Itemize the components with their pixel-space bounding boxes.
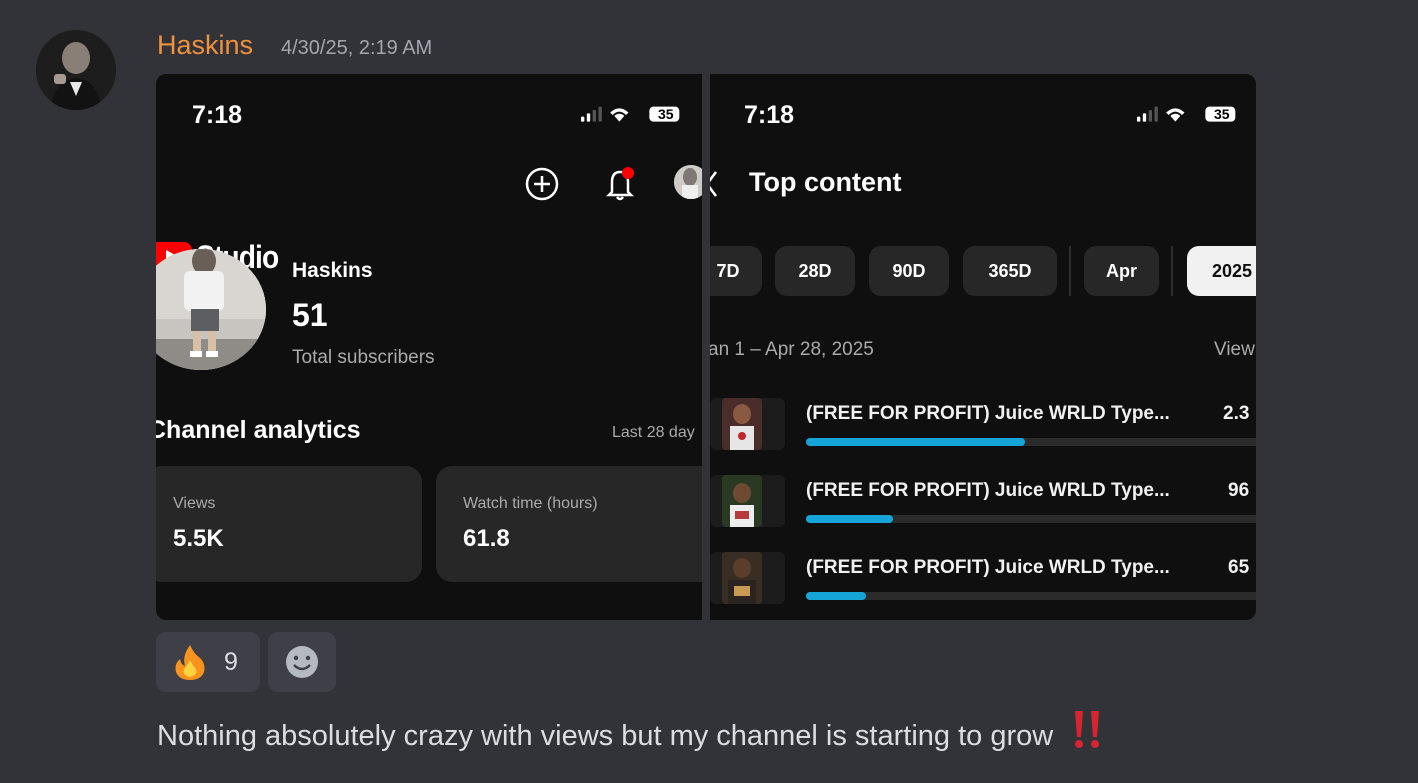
watch-time-card[interactable]: Watch time (hours) 61.8 bbox=[436, 466, 702, 582]
reaction-fire[interactable]: 9 bbox=[156, 632, 260, 692]
video-views-bar-fill bbox=[806, 592, 866, 600]
video-thumbnail bbox=[722, 475, 762, 527]
analytics-title: Channel analytics bbox=[156, 416, 361, 444]
date-range: an 1 – Apr 28, 2025 bbox=[710, 339, 874, 360]
video-thumbnail-frame[interactable] bbox=[710, 398, 785, 450]
status-time: 7:18 bbox=[744, 101, 795, 129]
page-title: Top content bbox=[749, 167, 902, 197]
views-label: Views bbox=[173, 495, 216, 512]
watch-time-value: 61.8 bbox=[463, 525, 510, 552]
video-views: 2.3 bbox=[1223, 403, 1250, 424]
video-title[interactable]: (FREE FOR PROFIT) Juice WRLD Type... bbox=[806, 557, 1170, 579]
message-text: Nothing absolutely crazy with views but … bbox=[157, 720, 1054, 752]
video-thumbnail bbox=[722, 552, 762, 604]
video-title[interactable]: (FREE FOR PROFIT) Juice WRLD Type... bbox=[806, 480, 1170, 502]
attachment-image-studio[interactable]: 7:18 35 Studio Haskins 51 Total subscrib… bbox=[156, 74, 702, 620]
video-views: 65 bbox=[1228, 557, 1250, 578]
video-views-bar bbox=[806, 515, 1256, 523]
add-reaction-icon bbox=[286, 646, 318, 678]
views-column-header: View bbox=[1214, 339, 1255, 360]
video-views-bar-fill bbox=[806, 438, 1025, 446]
reaction-count: 9 bbox=[224, 647, 238, 676]
attachment-image-top-content[interactable]: 7:18 35 Top content 7D 28D 90D 365D Apr … bbox=[710, 74, 1256, 620]
status-time: 7:18 bbox=[192, 101, 243, 129]
views-value: 5.5K bbox=[173, 525, 224, 552]
account-avatar[interactable] bbox=[674, 165, 702, 199]
views-card[interactable]: Views 5.5K bbox=[156, 466, 422, 582]
filter-28d[interactable]: 28D bbox=[775, 246, 855, 296]
video-views-bar-fill bbox=[806, 515, 894, 523]
message-timestamp: 4/30/25, 2:19 AM bbox=[281, 37, 433, 59]
message-content: Nothing absolutely crazy with views but … bbox=[157, 709, 1105, 753]
watch-time-label: Watch time (hours) bbox=[463, 495, 598, 512]
channel-name: Haskins bbox=[292, 259, 373, 282]
filter-365d[interactable]: 365D bbox=[963, 246, 1057, 296]
filter-divider bbox=[1171, 246, 1173, 296]
battery-level: 35 bbox=[658, 106, 674, 122]
analytics-period[interactable]: Last 28 day bbox=[612, 424, 695, 442]
video-thumbnail-frame[interactable] bbox=[710, 475, 785, 527]
filter-divider bbox=[1069, 246, 1071, 296]
double-exclamation-icon bbox=[1075, 711, 1100, 748]
subscriber-count: 51 bbox=[292, 297, 328, 333]
notifications-bell-icon[interactable] bbox=[602, 164, 638, 202]
add-reaction-button[interactable] bbox=[268, 632, 336, 692]
fire-icon bbox=[175, 645, 205, 680]
video-views: 96 bbox=[1228, 480, 1250, 501]
back-chevron-icon[interactable] bbox=[710, 168, 720, 200]
author-avatar[interactable] bbox=[36, 30, 116, 110]
subscriber-label: Total subscribers bbox=[292, 347, 435, 368]
author-name[interactable]: Haskins bbox=[157, 30, 253, 61]
video-thumbnail-frame[interactable] bbox=[710, 552, 785, 604]
battery-level: 35 bbox=[1214, 106, 1230, 122]
video-views-bar bbox=[806, 438, 1256, 446]
video-title[interactable]: (FREE FOR PROFIT) Juice WRLD Type... bbox=[806, 403, 1170, 425]
filter-apr[interactable]: Apr bbox=[1084, 246, 1159, 296]
create-plus-icon[interactable] bbox=[524, 166, 560, 202]
video-views-bar bbox=[806, 592, 1256, 600]
filter-7d[interactable]: 7D bbox=[710, 246, 762, 296]
filter-90d[interactable]: 90D bbox=[869, 246, 949, 296]
video-thumbnail bbox=[722, 398, 762, 450]
filter-2025[interactable]: 2025 bbox=[1187, 246, 1256, 296]
